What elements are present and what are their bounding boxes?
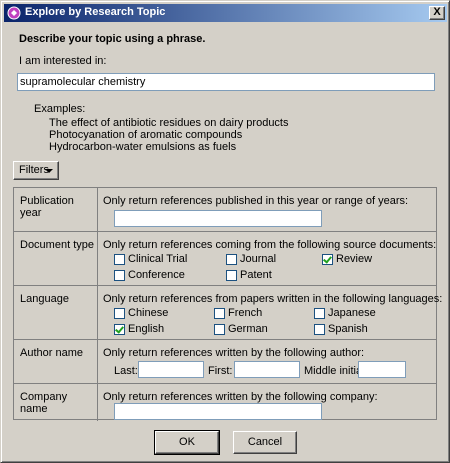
checkbox-english[interactable] xyxy=(114,324,125,335)
checkbox-label: French xyxy=(228,307,263,319)
filter-row-language: Language Only return references from pap… xyxy=(14,286,442,340)
filter-description: Only return references from papers writt… xyxy=(103,293,443,305)
checkbox-french[interactable] xyxy=(214,308,225,319)
title-bar[interactable]: Explore by Research Topic X xyxy=(4,4,447,22)
ok-button[interactable]: OK xyxy=(154,430,220,455)
checkbox-clinical-trial[interactable] xyxy=(114,254,125,265)
checkbox-label: Japanese xyxy=(328,307,376,319)
filter-description: Only return references written by the fo… xyxy=(103,391,378,403)
checkbox-label: Journal xyxy=(240,253,277,265)
filter-label: Language xyxy=(14,286,98,339)
chevron-down-icon xyxy=(45,169,53,173)
section-heading: Describe your topic using a phrase. xyxy=(19,33,206,45)
checkbox-label: Clinical Trial xyxy=(128,253,188,265)
checkbox-patent[interactable] xyxy=(226,270,237,281)
filter-description: Only return references coming from the f… xyxy=(103,239,437,251)
examples-title: Examples: xyxy=(34,103,86,115)
checkbox-conference[interactable] xyxy=(114,270,125,281)
filter-description: Only return references published in this… xyxy=(103,195,409,207)
checkbox-review[interactable] xyxy=(322,254,333,265)
example-item: Photocyanation of aromatic compounds xyxy=(49,129,243,141)
example-item: Hydrocarbon-water emulsions as fuels xyxy=(49,141,237,153)
filter-row-author-name: Author name Only return references writt… xyxy=(14,340,436,384)
author-last-input[interactable] xyxy=(138,361,204,378)
filter-row-document-type: Document type Only return references com… xyxy=(14,232,436,286)
filters-dropdown-button[interactable]: Filters xyxy=(13,161,59,180)
window-title: Explore by Research Topic xyxy=(25,6,166,18)
filter-description: Only return references written by the fo… xyxy=(103,347,365,359)
checkbox-german[interactable] xyxy=(214,324,225,335)
example-item: The effect of antibiotic residues on dai… xyxy=(49,117,289,129)
filter-label: Company name xyxy=(14,384,98,421)
company-name-input[interactable] xyxy=(114,403,322,420)
publication-year-input[interactable] xyxy=(114,210,322,227)
checkbox-spanish[interactable] xyxy=(314,324,325,335)
checkbox-chinese[interactable] xyxy=(114,308,125,319)
checkbox-label: Conference xyxy=(128,269,185,281)
checkbox-label: Chinese xyxy=(128,307,169,319)
filter-row-publication-year: Publication year Only return references … xyxy=(14,188,436,232)
filters-panel: Publication year Only return references … xyxy=(13,187,442,421)
explore-dialog: Explore by Research Topic X Describe you… xyxy=(0,0,450,463)
cancel-button[interactable]: Cancel xyxy=(233,431,297,454)
checkbox-label: English xyxy=(128,323,165,335)
author-first-input[interactable] xyxy=(234,361,300,378)
topic-phrase-input[interactable] xyxy=(17,73,435,91)
checkbox-label: German xyxy=(228,323,268,335)
author-middle-input[interactable] xyxy=(358,361,406,378)
filter-label: Publication year xyxy=(14,188,98,231)
checkbox-japanese[interactable] xyxy=(314,308,325,319)
checkbox-label: Patent xyxy=(240,269,272,281)
checkbox-label: Review xyxy=(336,253,373,265)
filter-row-company-name: Company name Only return references writ… xyxy=(14,384,436,421)
interest-label: I am interested in: xyxy=(19,55,107,67)
app-icon xyxy=(7,6,21,20)
filter-label: Document type xyxy=(14,232,98,285)
close-button[interactable]: X xyxy=(429,6,445,20)
checkbox-journal[interactable] xyxy=(226,254,237,265)
author-last-label: Last: xyxy=(114,365,138,377)
filter-label: Author name xyxy=(14,340,98,383)
author-first-label: First: xyxy=(208,365,233,377)
checkbox-label: Spanish xyxy=(328,323,368,335)
